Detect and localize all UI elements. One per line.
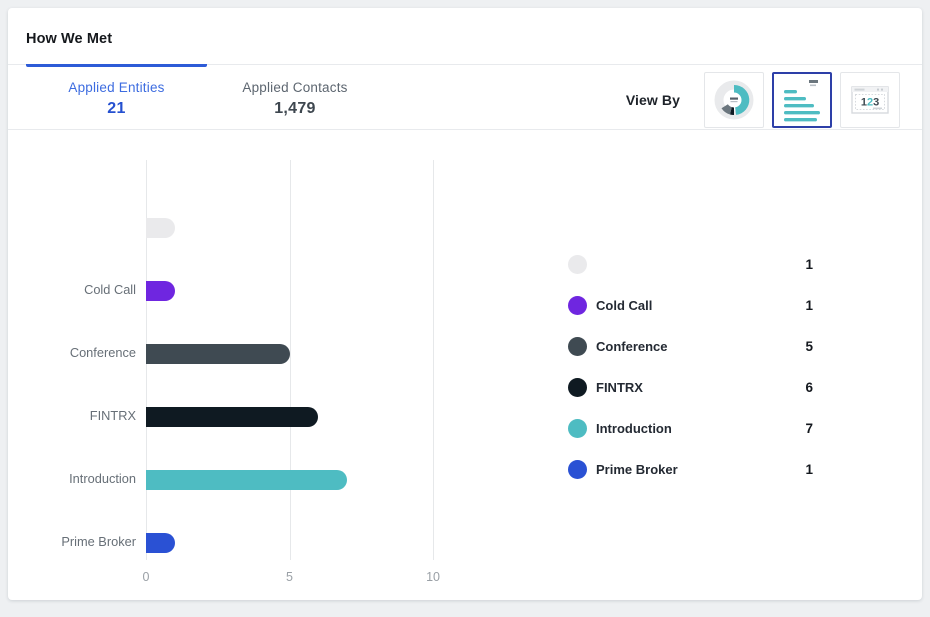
bar-category-label: Introduction [69,471,136,486]
legend-label: FINTRX [596,380,643,395]
view-by-numbers-button[interactable]: 123 [840,72,900,128]
x-axis-tick-label: 0 [142,570,150,584]
legend-value: 6 [805,380,813,395]
bar-row[interactable] [146,218,456,238]
legend-value: 7 [805,421,813,436]
view-by-bar-chart-button[interactable] [772,72,832,128]
bar-row[interactable]: Cold Call [84,281,456,301]
bar-category-label: Prime Broker [61,534,136,549]
tab-active-underline [207,64,383,67]
legend-value: 1 [805,257,813,272]
bar-row[interactable]: Prime Broker [61,533,456,553]
x-axis-tick-label: 5 [286,570,293,584]
legend-value: 1 [805,462,813,477]
view-by-control: View By 123 [626,72,900,128]
bar-row[interactable]: FINTRX [90,407,456,427]
tab-label: Applied Entities [68,80,165,95]
legend-label: Introduction [596,421,672,436]
bar-chart-icon [779,77,825,123]
legend-item[interactable]: Conference 5 [568,337,813,359]
legend-color-swatch [568,337,587,356]
bar[interactable] [146,470,347,490]
bar[interactable] [146,533,175,553]
legend-color-swatch [568,460,587,479]
legend-label: Conference [596,339,668,354]
bar-category-label: FINTRX [89,408,136,423]
tab-active-underline [26,64,207,67]
view-by-donut-chart-button[interactable] [704,72,764,128]
bar-category-label: Cold Call [84,282,136,297]
legend-item[interactable]: 1 [568,255,813,277]
tab-value: 21 [107,100,126,117]
tab-applied-entities[interactable]: Applied Entities 21 [26,64,207,118]
tab-value: 1,479 [274,100,316,117]
tab-list: Applied Entities 21 Applied Contacts 1,479 [26,64,383,118]
bar-row[interactable]: Conference [70,344,456,364]
bar[interactable] [146,344,290,364]
bar[interactable] [146,407,319,427]
legend-color-swatch [568,378,587,397]
tab-applied-contacts[interactable]: Applied Contacts 1,479 [207,64,383,118]
legend-color-swatch [568,255,587,274]
legend-label: Prime Broker [596,462,678,477]
page-title: How We Met [26,31,113,47]
legend-item[interactable]: Cold Call 1 [568,296,813,318]
bar[interactable] [146,281,175,301]
view-by-label: View By [625,92,680,108]
bar-category-label: Conference [69,345,136,360]
number-table-icon: 123 [847,77,893,123]
bar[interactable] [146,218,175,238]
svg-text:123: 123 [861,96,879,108]
donut-chart-icon [711,77,757,123]
how-we-met-card: How We Met Applied Entities 21 Applied Con… [8,8,922,600]
legend-item[interactable]: Prime Broker 1 [568,460,813,482]
x-axis-tick-label: 10 [426,570,440,584]
legend-color-swatch [568,296,587,315]
tab-label: Applied Contacts [242,80,348,95]
legend-item[interactable]: FINTRX 6 [568,378,813,400]
legend-label: Cold Call [596,298,653,313]
legend-color-swatch [568,419,587,438]
legend-value: 1 [805,298,813,313]
legend-item[interactable]: Introduction 7 [568,419,813,441]
chart-area: 0 5 10 Cold Call Conference FINTRX Introductio… [8,130,922,600]
legend-value: 5 [805,339,813,354]
bar-row[interactable]: Introduction [69,470,456,490]
bar-chart-plot: 0 5 10 Cold Call Conference FINTRX Introductio… [61,160,456,584]
